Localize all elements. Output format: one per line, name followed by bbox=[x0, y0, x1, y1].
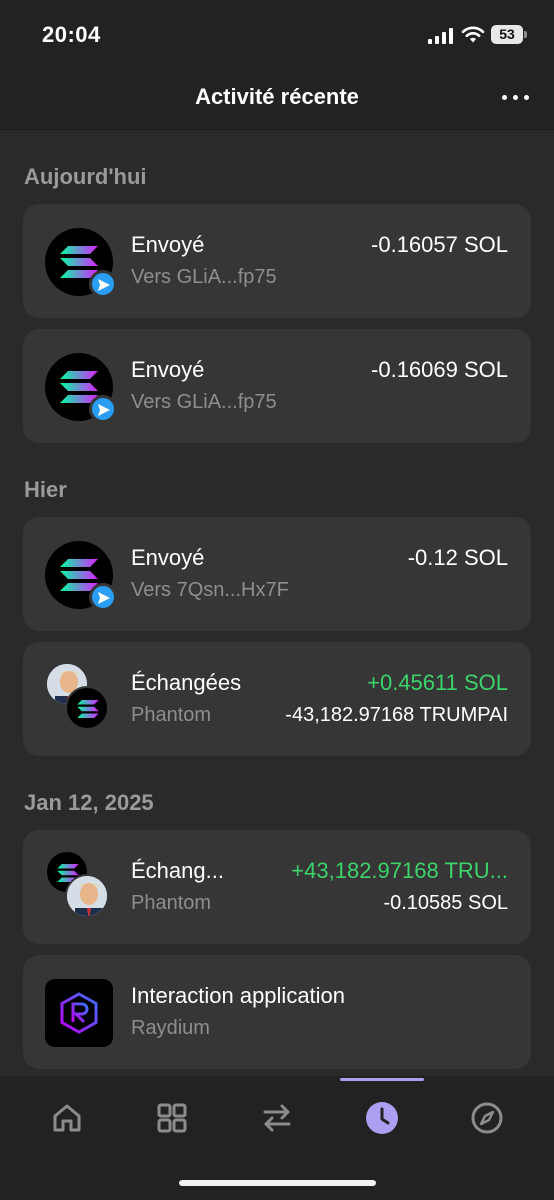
battery-icon: 53 bbox=[491, 25, 527, 44]
transaction-row[interactable]: Envoyé Vers GLiA...fp75 -0.16057 SOL bbox=[23, 204, 531, 318]
transaction-amount-received: +43,182.97168 TRU... bbox=[291, 858, 508, 883]
home-icon bbox=[53, 1104, 81, 1132]
clock-icon bbox=[366, 1102, 398, 1134]
wifi-icon bbox=[461, 26, 485, 43]
transaction-amount: -0.16069 SOL bbox=[371, 357, 508, 382]
battery-level: 53 bbox=[491, 25, 523, 44]
grid-icon bbox=[157, 1103, 187, 1133]
send-arrow-icon bbox=[89, 270, 117, 298]
transaction-title: Envoyé bbox=[131, 545, 205, 570]
transaction-row[interactable]: Échangées Phantom +0.45611 SOL -43,182.9… bbox=[23, 642, 531, 756]
transaction-title: Échangées bbox=[131, 670, 242, 695]
transaction-amount-received: +0.45611 SOL bbox=[367, 670, 508, 695]
transaction-row[interactable]: Échang... Phantom +43,182.97168 TRU... -… bbox=[23, 830, 531, 944]
header: Activité récente bbox=[0, 72, 554, 130]
swap-icon bbox=[263, 1104, 291, 1132]
tab-activity[interactable] bbox=[360, 1096, 404, 1140]
trumpai-token-icon bbox=[65, 874, 109, 918]
transaction-subtitle: Phantom bbox=[131, 892, 212, 914]
tab-swap[interactable] bbox=[255, 1096, 299, 1140]
active-tab-indicator bbox=[340, 1078, 424, 1081]
send-arrow-icon bbox=[89, 395, 117, 423]
transaction-title: Interaction application bbox=[131, 983, 346, 1008]
section-label-yesterday: Hier bbox=[24, 477, 67, 502]
transaction-row[interactable]: Envoyé Vers GLiA...fp75 -0.16069 SOL bbox=[23, 329, 531, 443]
more-options-button[interactable] bbox=[496, 82, 536, 112]
tab-home[interactable] bbox=[45, 1096, 89, 1140]
raydium-logo-icon bbox=[45, 979, 113, 1047]
transaction-amount: -0.12 SOL bbox=[407, 545, 508, 570]
transaction-subtitle: Phantom bbox=[131, 704, 212, 726]
transaction-subtitle: Vers 7Qsn...Hx7F bbox=[131, 579, 289, 601]
transaction-subtitle: Raydium bbox=[131, 1017, 210, 1039]
transaction-amount-sent: -0.10585 SOL bbox=[383, 892, 508, 914]
transaction-row[interactable]: Interaction application Raydium bbox=[23, 955, 531, 1069]
transaction-title: Échang... bbox=[131, 858, 224, 883]
status-bar: 20:04 53 bbox=[0, 0, 554, 72]
section-label-date: Jan 12, 2025 bbox=[24, 790, 154, 815]
send-arrow-icon bbox=[89, 583, 117, 611]
page-title: Activité récente bbox=[195, 84, 359, 109]
transaction-subtitle: Vers GLiA...fp75 bbox=[131, 391, 277, 413]
tab-collectibles[interactable] bbox=[150, 1096, 194, 1140]
screen: 20:04 53 Activité récente Aujourd'hui En… bbox=[0, 0, 554, 1200]
tab-explore[interactable] bbox=[465, 1096, 509, 1140]
transaction-row[interactable]: Envoyé Vers 7Qsn...Hx7F -0.12 SOL bbox=[23, 517, 531, 631]
compass-icon bbox=[471, 1102, 503, 1134]
home-indicator[interactable] bbox=[179, 1180, 376, 1186]
transaction-amount: -0.16057 SOL bbox=[371, 232, 508, 257]
section-label-today: Aujourd'hui bbox=[24, 164, 147, 189]
solana-token-icon bbox=[65, 686, 109, 730]
transaction-amount-sent: -43,182.97168 TRUMPAI bbox=[285, 704, 508, 726]
transaction-title: Envoyé bbox=[131, 357, 205, 382]
transaction-subtitle: Vers GLiA...fp75 bbox=[131, 266, 277, 288]
cellular-signal-icon bbox=[428, 28, 453, 44]
transaction-title: Envoyé bbox=[131, 232, 205, 257]
activity-list[interactable]: Aujourd'hui Envoyé Vers GLiA...fp75 -0.1… bbox=[0, 130, 554, 1076]
status-time: 20:04 bbox=[42, 22, 101, 47]
